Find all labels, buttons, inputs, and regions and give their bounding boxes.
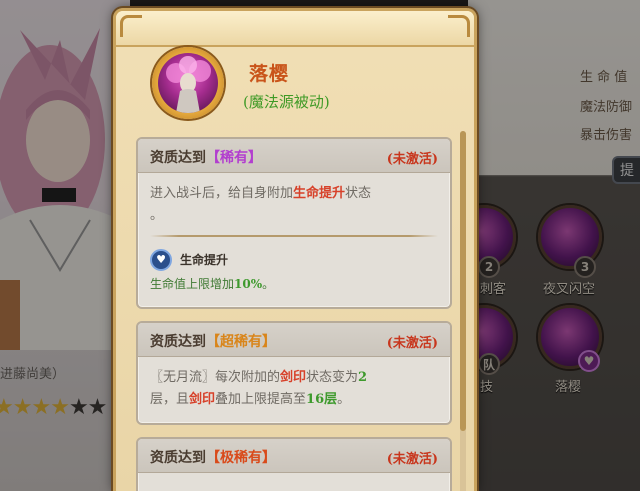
requirement-prefix: 资质达到: [150, 150, 206, 166]
buff-keyword: 剑印: [280, 370, 307, 385]
panel-header-trim: [116, 11, 474, 47]
buff-name: 生命提升: [180, 253, 229, 267]
effect-text: 进入战斗后，给自身附加生命提升状态: [150, 186, 372, 201]
card-description: [138, 473, 450, 491]
corner-ornament: [448, 15, 470, 37]
rarity-label: 【超稀有】: [206, 334, 276, 350]
requirement-prefix: 资质达到: [150, 334, 206, 350]
status-badge: (未激活): [386, 152, 438, 167]
card-description: 进入战斗后，给自身附加生命提升状态 。 ♥ 生命提升 生命值上限增加10%。: [138, 173, 450, 307]
card-description: 〖无月流〗每次附加的剑印状态变为2 层，且剑印叠加上限提高至16层。: [150, 370, 368, 407]
card-header: 资质达到【稀有】 (未激活): [138, 139, 450, 173]
quality-card-ultra-rare: 资质达到【极稀有】 (未激活): [136, 437, 452, 491]
rarity-label: 【稀有】: [206, 150, 262, 166]
quality-requirement: 资质达到【稀有】: [150, 147, 262, 167]
buff-keyword: 生命提升: [293, 186, 346, 201]
corner-ornament: [120, 15, 142, 37]
buff-row: ♥ 生命提升: [150, 247, 438, 273]
quality-requirement: 资质达到【极稀有】: [150, 447, 276, 467]
skill-type: (魔法源被动): [243, 93, 330, 111]
heart-shield-icon: ♥: [150, 249, 172, 271]
rarity-label: 【极稀有】: [206, 450, 276, 466]
card-header: 资质达到【超稀有】 (未激活): [138, 323, 450, 357]
buff-description: 生命值上限增加10%。: [150, 277, 275, 291]
requirement-prefix: 资质达到: [150, 450, 206, 466]
skill-detail-panel: 落樱 (魔法源被动) 资质达到【稀有】 (未激活) 进入战斗后，给自身附加生命提…: [113, 8, 477, 491]
status-badge: (未激活): [386, 452, 438, 467]
skill-portrait: [158, 53, 218, 113]
quality-list[interactable]: 资质达到【稀有】 (未激活) 进入战斗后，给自身附加生命提升状态 。 ♥ 生命提…: [134, 129, 456, 491]
status-badge: (未激活): [386, 336, 438, 351]
scrollbar-thumb[interactable]: [460, 131, 466, 431]
quality-card-super-rare: 资质达到【超稀有】 (未激活) 〖无月流〗每次附加的剑印状态变为2 层，且剑印叠…: [136, 321, 452, 425]
quality-requirement: 资质达到【超稀有】: [150, 331, 276, 351]
skill-icon: [152, 47, 224, 119]
skill-title: 落樱: [249, 63, 290, 85]
buff-keyword: 剑印: [189, 392, 216, 407]
divider: [150, 235, 438, 237]
quality-card-rare: 资质达到【稀有】 (未激活) 进入战斗后，给自身附加生命提升状态 。 ♥ 生命提…: [136, 137, 452, 309]
card-header: 资质达到【极稀有】 (未激活): [138, 439, 450, 473]
